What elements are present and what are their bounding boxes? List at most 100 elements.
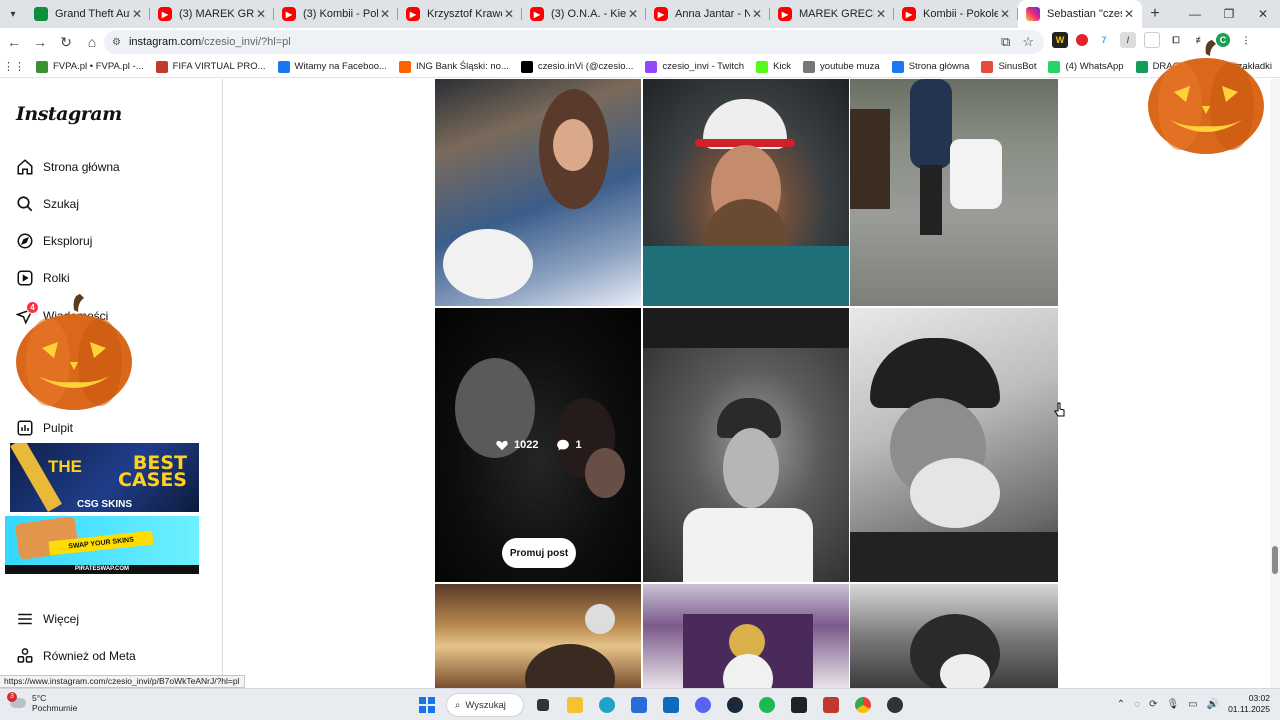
- store-icon[interactable]: [626, 692, 652, 718]
- comments-stat: 1: [556, 438, 582, 452]
- tab-close-icon[interactable]: ✕: [626, 7, 640, 21]
- bookmark-item[interactable]: czesio.inVi (@czesio...: [520, 60, 633, 73]
- tray-chevron-icon[interactable]: ⌃: [1117, 699, 1125, 710]
- address-bar[interactable]: ⚙ instagram.com/czesio_invi/?hl=pl ⧉ ☆: [104, 30, 1044, 54]
- minimize-icon[interactable]: —: [1178, 0, 1212, 28]
- post-thumbnail[interactable]: [643, 308, 849, 582]
- spotify-icon[interactable]: [754, 692, 780, 718]
- bookmark-item[interactable]: SinusBot: [981, 60, 1036, 73]
- post-thumbnail[interactable]: [435, 79, 641, 306]
- tab-close-icon[interactable]: ✕: [378, 7, 392, 21]
- bookmark-item[interactable]: Kick: [756, 60, 791, 73]
- tab-close-icon[interactable]: ✕: [998, 7, 1012, 21]
- install-app-icon[interactable]: ⧉: [1001, 34, 1010, 50]
- bookmark-item[interactable]: youtube muza: [803, 60, 880, 73]
- post-thumbnail[interactable]: [850, 584, 1058, 688]
- edge-icon[interactable]: [594, 692, 620, 718]
- chrome-icon[interactable]: [850, 692, 876, 718]
- forward-icon[interactable]: →: [28, 30, 52, 54]
- hand-cursor-icon: [1054, 402, 1065, 417]
- task-view-icon[interactable]: [530, 692, 556, 718]
- bookmark-item[interactable]: czesio_invi - Twitch: [645, 60, 744, 73]
- bookmark-item[interactable]: FIFA VIRTUAL PRO...: [155, 60, 266, 73]
- tab-title: Kombii - Pokolenie -: [923, 8, 998, 20]
- instagram-page: Instagram Strona główna Szukaj Eksploruj…: [0, 79, 1280, 688]
- microphone-icon[interactable]: 🎙: [1166, 699, 1179, 710]
- tab-search-chevron-icon[interactable]: ▾: [0, 0, 26, 28]
- bookmark-item[interactable]: FVPA.pl • FVPA.pl -...: [36, 60, 144, 73]
- tray-app-icon[interactable]: ◌: [1134, 699, 1140, 710]
- scrollbar-thumb[interactable]: [1272, 546, 1278, 574]
- tab-close-icon[interactable]: ✕: [874, 7, 888, 21]
- restore-icon[interactable]: ❐: [1212, 0, 1246, 28]
- terminal-icon[interactable]: [786, 692, 812, 718]
- tab[interactable]: Grand Theft Auto V |✕: [26, 0, 150, 28]
- bookmark-item[interactable]: ING Bank Śląski: no...: [398, 60, 509, 73]
- site-info-icon[interactable]: ⚙: [112, 37, 121, 48]
- windows-start-icon[interactable]: [414, 692, 440, 718]
- weather-condition: Pochmurnie: [32, 703, 78, 713]
- tray-sync-icon[interactable]: ⟳: [1149, 699, 1157, 710]
- tab-close-icon[interactable]: ✕: [750, 7, 764, 21]
- tab-close-icon[interactable]: ✕: [502, 7, 516, 21]
- pirateswap-ad[interactable]: SWAP YOUR SKINS PIRATESWAP.COM: [5, 516, 199, 574]
- tab[interactable]: ▶ MAREK GRECHUTA -✕: [770, 0, 894, 28]
- reload-icon[interactable]: ↻: [54, 30, 78, 54]
- nav-reels[interactable]: Rolki: [16, 266, 70, 290]
- instagram-logo[interactable]: Instagram: [16, 103, 122, 125]
- extension-7tv-icon[interactable]: 7: [1096, 32, 1112, 48]
- game-icon[interactable]: [818, 692, 844, 718]
- bookmark-favicon-icon: [645, 60, 658, 73]
- tab[interactable]: ▶ (3) O.N.A. - Kiedy po✕: [522, 0, 646, 28]
- bookmark-item[interactable]: Witamy na Faceboo...: [277, 60, 387, 73]
- outlook-icon[interactable]: [658, 692, 684, 718]
- new-tab-button[interactable]: +: [1142, 0, 1168, 28]
- tab-title: MAREK GRECHUTA -: [799, 8, 874, 20]
- tab-title: (3) MAREK GRECHUTA: [179, 8, 254, 20]
- post-thumbnail[interactable]: [643, 79, 849, 306]
- nav-home[interactable]: Strona główna: [16, 155, 120, 179]
- bookmark-item[interactable]: Strona główna: [891, 60, 969, 73]
- tab-title: (3) O.N.A. - Kiedy po: [551, 8, 626, 20]
- tab-close-icon[interactable]: ✕: [1122, 7, 1136, 21]
- nav-also-from-meta[interactable]: Również od Meta: [16, 644, 136, 668]
- weather-widget[interactable]: 3 5°C Pochmurnie: [7, 692, 78, 713]
- tab[interactable]: ▶ Krzysztof Krawczyk &✕: [398, 0, 522, 28]
- app-icon[interactable]: [882, 692, 908, 718]
- clock[interactable]: 03:02 01.11.2025: [1228, 693, 1270, 715]
- extension-slash-icon[interactable]: /: [1120, 32, 1136, 48]
- tab[interactable]: ▶ (3) Kombii - Pokolenie✕: [274, 0, 398, 28]
- home-button-icon[interactable]: ⌂: [80, 30, 104, 54]
- steam-icon[interactable]: [722, 692, 748, 718]
- bookmark-star-icon[interactable]: ☆: [1022, 34, 1034, 50]
- file-explorer-icon[interactable]: [562, 692, 588, 718]
- csgoskins-ad[interactable]: THE BEST CASES CSG SKINS: [10, 443, 199, 512]
- tab[interactable]: ▶ Anna Jantar - Nic nie✕: [646, 0, 770, 28]
- nav-search[interactable]: Szukaj: [16, 192, 79, 216]
- post-thumbnail[interactable]: [850, 308, 1058, 582]
- discord-icon[interactable]: [690, 692, 716, 718]
- tab-close-icon[interactable]: ✕: [130, 7, 144, 21]
- volume-icon[interactable]: 🔊: [1207, 699, 1219, 710]
- nav-more[interactable]: Więcej: [16, 607, 79, 631]
- nav-dashboard[interactable]: Pulpit: [16, 416, 73, 440]
- apps-grid-icon[interactable]: ⋮⋮: [0, 60, 28, 73]
- display-icon[interactable]: ▭: [1188, 699, 1197, 710]
- post-thumbnail[interactable]: [850, 79, 1058, 306]
- back-icon[interactable]: ←: [2, 30, 26, 54]
- tab[interactable]: ▶ (3) MAREK GRECHUTA✕: [150, 0, 274, 28]
- tab-active[interactable]: Sebastian "czesio" G✕: [1018, 0, 1142, 28]
- tab-close-icon[interactable]: ✕: [254, 7, 268, 21]
- taskbar-search[interactable]: ⌕ Wyszukaj: [446, 693, 524, 717]
- promote-post-button[interactable]: Promuj post: [502, 538, 576, 568]
- bookmark-item[interactable]: (4) WhatsApp: [1048, 60, 1124, 73]
- extension-w-icon[interactable]: W: [1052, 32, 1068, 48]
- tab[interactable]: ▶ Kombii - Pokolenie -✕: [894, 0, 1018, 28]
- extension-red-icon[interactable]: [1076, 34, 1088, 46]
- post-thumbnail-hovered[interactable]: 1022 1 Promuj post: [435, 308, 641, 582]
- nav-explore[interactable]: Eksploruj: [16, 229, 92, 253]
- close-window-icon[interactable]: ✕: [1246, 0, 1280, 28]
- post-thumbnail[interactable]: [435, 584, 641, 688]
- post-thumbnail[interactable]: [643, 584, 849, 688]
- page-scrollbar[interactable]: [1270, 79, 1280, 688]
